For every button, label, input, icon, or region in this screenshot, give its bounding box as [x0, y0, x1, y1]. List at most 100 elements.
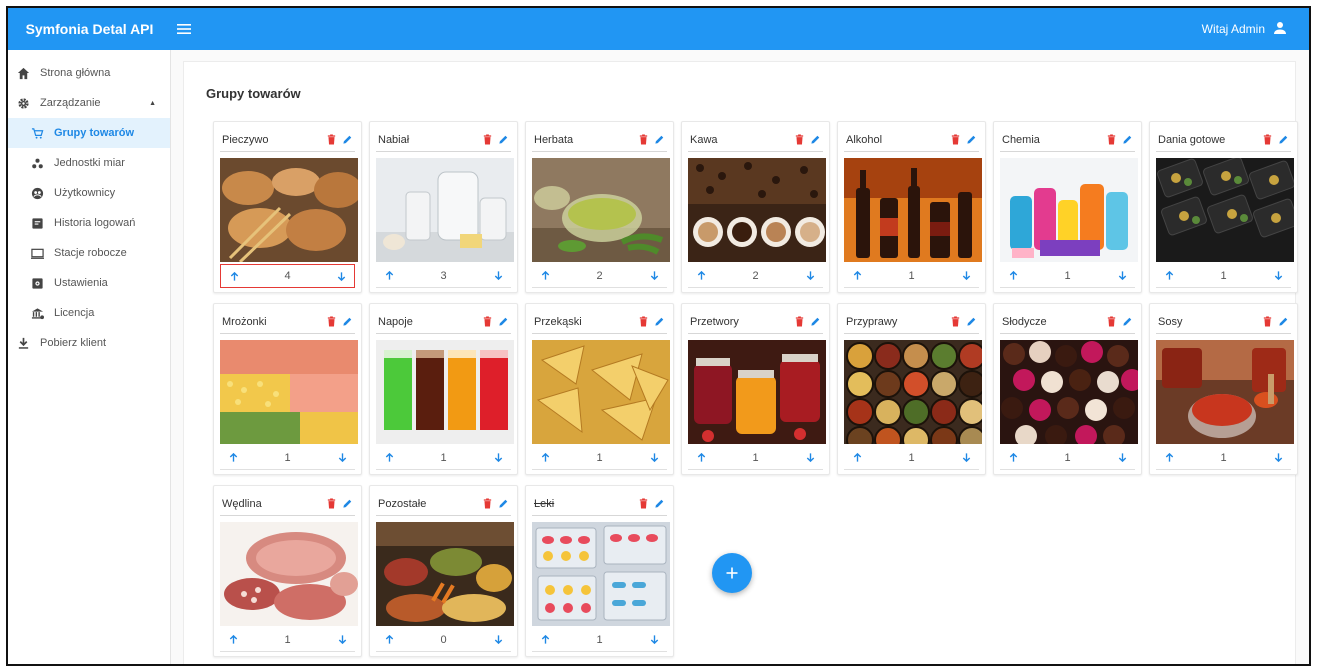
sidebar-item-license[interactable]: Licencja [8, 298, 170, 328]
edit-icon[interactable] [341, 134, 353, 146]
app-title[interactable]: Symfonia Detal API [8, 21, 171, 37]
edit-icon[interactable] [965, 134, 977, 146]
arrow-up-icon[interactable] [850, 451, 864, 465]
arrow-down-icon[interactable] [959, 269, 973, 283]
arrow-down-icon[interactable] [1271, 269, 1285, 283]
arrow-down-icon[interactable] [334, 269, 348, 283]
sidebar-item-management[interactable]: Zarządzanie ▲ [8, 88, 170, 118]
arrow-up-icon[interactable] [1162, 269, 1176, 283]
group-image[interactable] [532, 158, 670, 262]
group-image[interactable] [844, 158, 982, 262]
edit-icon[interactable] [1121, 134, 1133, 146]
group-image[interactable] [220, 158, 358, 262]
arrow-up-icon[interactable] [382, 633, 396, 647]
delete-icon[interactable] [1261, 134, 1273, 146]
group-image[interactable] [376, 522, 514, 626]
group-image[interactable] [220, 522, 358, 626]
delete-icon[interactable] [637, 498, 649, 510]
delete-icon[interactable] [325, 498, 337, 510]
arrow-down-icon[interactable] [1115, 269, 1129, 283]
menu-icon[interactable] [173, 18, 195, 40]
edit-icon[interactable] [1277, 316, 1289, 328]
edit-icon[interactable] [965, 316, 977, 328]
arrow-up-icon[interactable] [382, 451, 396, 465]
arrow-up-icon[interactable] [694, 451, 708, 465]
delete-icon[interactable] [637, 134, 649, 146]
sidebar-item-login-history[interactable]: Historia logowań [8, 208, 170, 238]
arrow-down-icon[interactable] [803, 451, 817, 465]
arrow-down-icon[interactable] [1115, 451, 1129, 465]
group-image[interactable] [844, 340, 982, 444]
sidebar-item-units[interactable]: Jednostki miar [8, 148, 170, 178]
delete-icon[interactable] [481, 498, 493, 510]
arrow-down-icon[interactable] [335, 451, 349, 465]
edit-icon[interactable] [653, 498, 665, 510]
delete-icon[interactable] [1261, 316, 1273, 328]
edit-icon[interactable] [497, 316, 509, 328]
group-image[interactable] [376, 158, 514, 262]
delete-icon[interactable] [1105, 134, 1117, 146]
group-image[interactable] [688, 340, 826, 444]
sidebar-item-home[interactable]: Strona główna [8, 58, 170, 88]
delete-icon[interactable] [949, 134, 961, 146]
edit-icon[interactable] [1121, 316, 1133, 328]
sidebar-item-workstations[interactable]: Stacje robocze [8, 238, 170, 268]
delete-icon[interactable] [325, 316, 337, 328]
delete-icon[interactable] [325, 134, 337, 146]
group-image[interactable] [1156, 158, 1294, 262]
edit-icon[interactable] [809, 316, 821, 328]
sidebar-item-product-groups[interactable]: Grupy towarów [8, 118, 170, 148]
arrow-down-icon[interactable] [1271, 451, 1285, 465]
add-group-button[interactable] [712, 553, 752, 593]
arrow-down-icon[interactable] [491, 633, 505, 647]
delete-icon[interactable] [481, 316, 493, 328]
arrow-up-icon[interactable] [382, 269, 396, 283]
edit-icon[interactable] [341, 498, 353, 510]
arrow-up-icon[interactable] [538, 451, 552, 465]
arrow-up-icon[interactable] [538, 269, 552, 283]
group-image[interactable] [532, 522, 670, 626]
group-image[interactable] [688, 158, 826, 262]
arrow-down-icon[interactable] [491, 269, 505, 283]
group-image[interactable] [220, 340, 358, 444]
sidebar-item-users[interactable]: Użytkownicy [8, 178, 170, 208]
arrow-up-icon[interactable] [538, 633, 552, 647]
edit-icon[interactable] [341, 316, 353, 328]
user-menu[interactable]: Witaj Admin [1202, 21, 1287, 38]
edit-icon[interactable] [809, 134, 821, 146]
delete-icon[interactable] [481, 134, 493, 146]
edit-icon[interactable] [497, 134, 509, 146]
sidebar-item-download-client[interactable]: Pobierz klient [8, 328, 170, 358]
arrow-down-icon[interactable] [335, 633, 349, 647]
arrow-down-icon[interactable] [647, 269, 661, 283]
delete-icon[interactable] [793, 316, 805, 328]
arrow-up-icon[interactable] [694, 269, 708, 283]
arrow-down-icon[interactable] [959, 451, 973, 465]
group-image[interactable] [1000, 340, 1138, 444]
delete-icon[interactable] [637, 316, 649, 328]
sidebar-item-settings[interactable]: Ustawienia [8, 268, 170, 298]
arrow-up-icon[interactable] [227, 269, 241, 283]
arrow-up-icon[interactable] [1006, 269, 1020, 283]
arrow-up-icon[interactable] [226, 633, 240, 647]
edit-icon[interactable] [653, 316, 665, 328]
edit-icon[interactable] [653, 134, 665, 146]
arrow-up-icon[interactable] [1006, 451, 1020, 465]
arrow-down-icon[interactable] [647, 633, 661, 647]
arrow-down-icon[interactable] [491, 451, 505, 465]
arrow-down-icon[interactable] [803, 269, 817, 283]
group-image[interactable] [376, 340, 514, 444]
group-image[interactable] [1156, 340, 1294, 444]
group-image[interactable] [1000, 158, 1138, 262]
arrow-down-icon[interactable] [647, 451, 661, 465]
delete-icon[interactable] [1105, 316, 1117, 328]
arrow-up-icon[interactable] [226, 451, 240, 465]
edit-icon[interactable] [1277, 134, 1289, 146]
delete-icon[interactable] [793, 134, 805, 146]
delete-icon[interactable] [949, 316, 961, 328]
arrow-up-icon[interactable] [1162, 451, 1176, 465]
arrow-up-icon[interactable] [850, 269, 864, 283]
edit-icon[interactable] [497, 498, 509, 510]
group-image[interactable] [532, 340, 670, 444]
chevron-up-icon[interactable]: ▲ [149, 100, 156, 107]
